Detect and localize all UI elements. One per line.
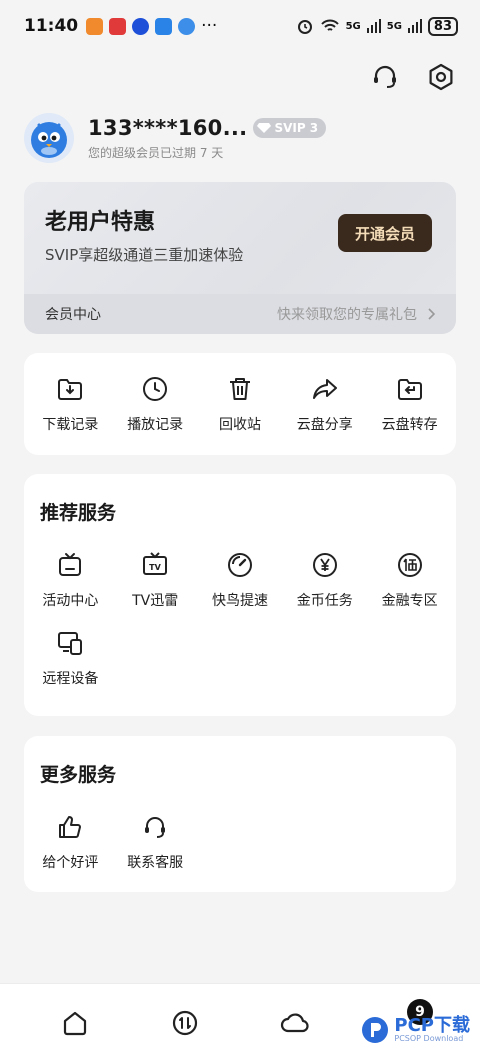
status-bar: 11:40 ··· 5G 5G 83 xyxy=(0,0,480,52)
devices-icon xyxy=(58,632,83,655)
service-label: 金融专区 xyxy=(381,593,438,609)
more-services-card: 更多服务 给个好评 联系客服 xyxy=(24,736,456,892)
chevron-right-icon xyxy=(428,308,435,320)
tv-xunlei-button[interactable]: TV TV迅雷 xyxy=(113,550,198,610)
share-icon xyxy=(312,379,337,399)
vip-promo-card[interactable]: 老用户特惠 SVIP享超级通道三重加速体验 开通会员 会员中心 快来领取您的专属… xyxy=(24,182,456,334)
bottom-tab-bar: 9 PCP下载 PCSOP Download xyxy=(0,983,480,1061)
bird-avatar-icon xyxy=(31,122,67,158)
finance-zone-button[interactable]: 金融专区 xyxy=(367,550,452,610)
signal-5g-1: 5G xyxy=(345,20,361,32)
cloud-transfer-button[interactable]: 云盘转存 xyxy=(370,374,450,434)
thumbs-up-icon xyxy=(59,816,82,838)
service-label: 给个好评 xyxy=(42,855,99,871)
rate-app-button[interactable]: 给个好评 xyxy=(28,812,113,872)
recommended-title: 推荐服务 xyxy=(40,502,117,524)
top-actions xyxy=(368,60,458,94)
signal-bars-icon xyxy=(407,19,422,33)
trash-icon xyxy=(229,378,250,400)
service-label: TV迅雷 xyxy=(132,593,179,609)
cloud-share-button[interactable]: 云盘分享 xyxy=(285,374,365,434)
battery-level: 83 xyxy=(427,16,458,36)
tab-cloud[interactable] xyxy=(275,1003,315,1043)
quick-action-label: 下载记录 xyxy=(42,417,99,433)
play-history-button[interactable]: 播放记录 xyxy=(115,374,195,434)
activity-center-button[interactable]: 活动中心 xyxy=(28,550,113,610)
remote-devices-button[interactable]: 远程设备 xyxy=(28,628,113,688)
member-center-label: 会员中心 xyxy=(45,307,101,323)
more-services-grid: 给个好评 联系客服 xyxy=(28,812,452,890)
recommended-services-card: 推荐服务 活动中心 TV TV迅雷 快鸟提速 金币任务 金融专区 远程设备 xyxy=(24,474,456,716)
vip-title: 老用户特惠 xyxy=(45,210,156,235)
watermark-logo-icon xyxy=(362,1017,389,1043)
watermark: PCP下载 PCSOP Download xyxy=(360,1015,470,1045)
yen-coin-icon xyxy=(312,553,337,577)
tab-transfers[interactable] xyxy=(165,1003,205,1043)
profile-header[interactable]: 133****160... SVIP 3 您的超级会员已过期 7 天 xyxy=(24,108,456,168)
tv-icon: TV xyxy=(143,552,168,575)
more-notifications: ··· xyxy=(201,16,218,36)
coin-tasks-button[interactable]: 金币任务 xyxy=(282,550,367,610)
speed-boost-button[interactable]: 快鸟提速 xyxy=(198,550,283,610)
tab-home[interactable] xyxy=(55,1003,95,1043)
svip-level: SVIP 3 xyxy=(274,120,319,135)
settings-hexagon-icon xyxy=(429,63,453,91)
settings-button[interactable] xyxy=(424,60,458,94)
vip-description: SVIP享超级通道三重加速体验 xyxy=(45,246,244,264)
folder-return-icon xyxy=(397,379,422,400)
quick-action-label: 回收站 xyxy=(218,417,261,433)
cloud-icon xyxy=(280,1012,309,1032)
alarm-icon xyxy=(297,20,312,34)
membership-status: 您的超级会员已过期 7 天 xyxy=(88,145,224,160)
app-notification-icon xyxy=(132,17,150,35)
quick-actions-card: 下载记录 播放记录 回收站 云盘分享 云盘转存 xyxy=(24,353,456,455)
tv-box-icon xyxy=(59,553,82,576)
gift-promo-text: 快来领取您的专属礼包 xyxy=(277,307,417,323)
home-icon xyxy=(63,1011,87,1035)
notification-icons: ··· xyxy=(86,16,217,36)
open-vip-button[interactable]: 开通会员 xyxy=(338,214,432,252)
avatar[interactable] xyxy=(24,113,74,163)
service-label: 联系客服 xyxy=(127,855,184,871)
recycle-bin-button[interactable]: 回收站 xyxy=(200,374,280,434)
service-label: 远程设备 xyxy=(42,671,99,687)
download-folder-icon xyxy=(58,379,83,400)
status-right: 5G 5G 83 xyxy=(296,16,458,36)
quick-action-label: 云盘转存 xyxy=(381,417,438,433)
recommended-grid: 活动中心 TV TV迅雷 快鸟提速 金币任务 金融专区 远程设备 xyxy=(28,550,452,706)
watermark-text: PCP下载 xyxy=(394,1015,470,1036)
service-label: 快鸟提速 xyxy=(211,593,268,609)
svip-badge: SVIP 3 xyxy=(253,117,327,138)
member-center-row[interactable]: 会员中心 快来领取您的专属礼包 xyxy=(24,294,456,334)
app-notification-icon xyxy=(86,17,104,35)
signal-5g-2: 5G xyxy=(386,20,402,32)
headset-icon xyxy=(374,65,396,88)
transfer-icon xyxy=(172,1010,198,1035)
app-notification-icon xyxy=(109,17,127,35)
signal-bars-icon xyxy=(366,19,381,33)
service-label: 金币任务 xyxy=(296,593,353,609)
app-notification-icon xyxy=(178,17,196,35)
svg-text:TV: TV xyxy=(149,563,161,572)
app-notification-icon xyxy=(155,17,173,35)
quick-action-label: 播放记录 xyxy=(127,417,184,433)
clock-icon xyxy=(143,377,168,401)
status-time: 11:40 xyxy=(24,16,79,36)
username: 133****160... xyxy=(88,115,248,140)
service-label: 活动中心 xyxy=(42,593,99,609)
customer-service-button[interactable] xyxy=(368,60,402,94)
diamond-icon xyxy=(257,122,272,133)
headset-icon xyxy=(145,817,166,838)
borrow-icon xyxy=(397,553,422,577)
contact-support-button[interactable]: 联系客服 xyxy=(113,812,198,872)
wifi-icon xyxy=(320,19,339,31)
quick-action-label: 云盘分享 xyxy=(296,417,353,433)
speedometer-icon xyxy=(227,553,252,577)
download-records-button[interactable]: 下载记录 xyxy=(30,374,110,434)
watermark-subtext: PCSOP Download xyxy=(394,1034,464,1043)
more-services-title: 更多服务 xyxy=(40,764,117,786)
